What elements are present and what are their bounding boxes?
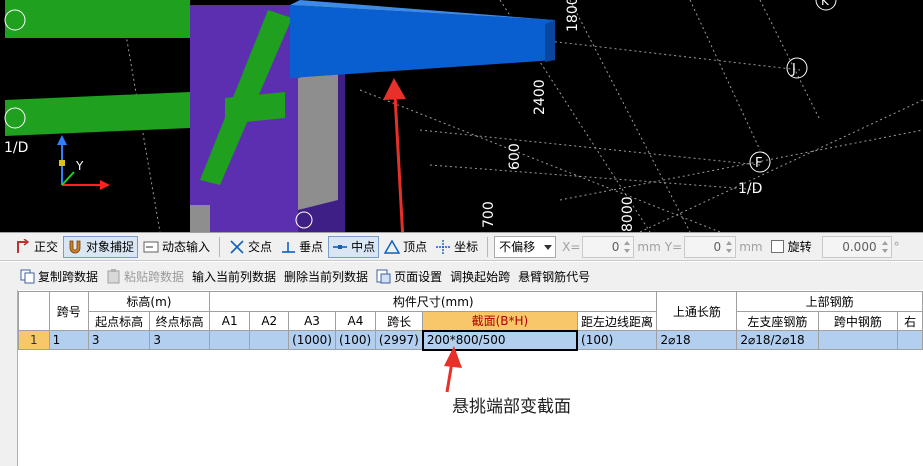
annotation-label: 悬挑端部变截面 — [452, 397, 571, 417]
red-arrow-to-section-cell — [444, 346, 462, 393]
